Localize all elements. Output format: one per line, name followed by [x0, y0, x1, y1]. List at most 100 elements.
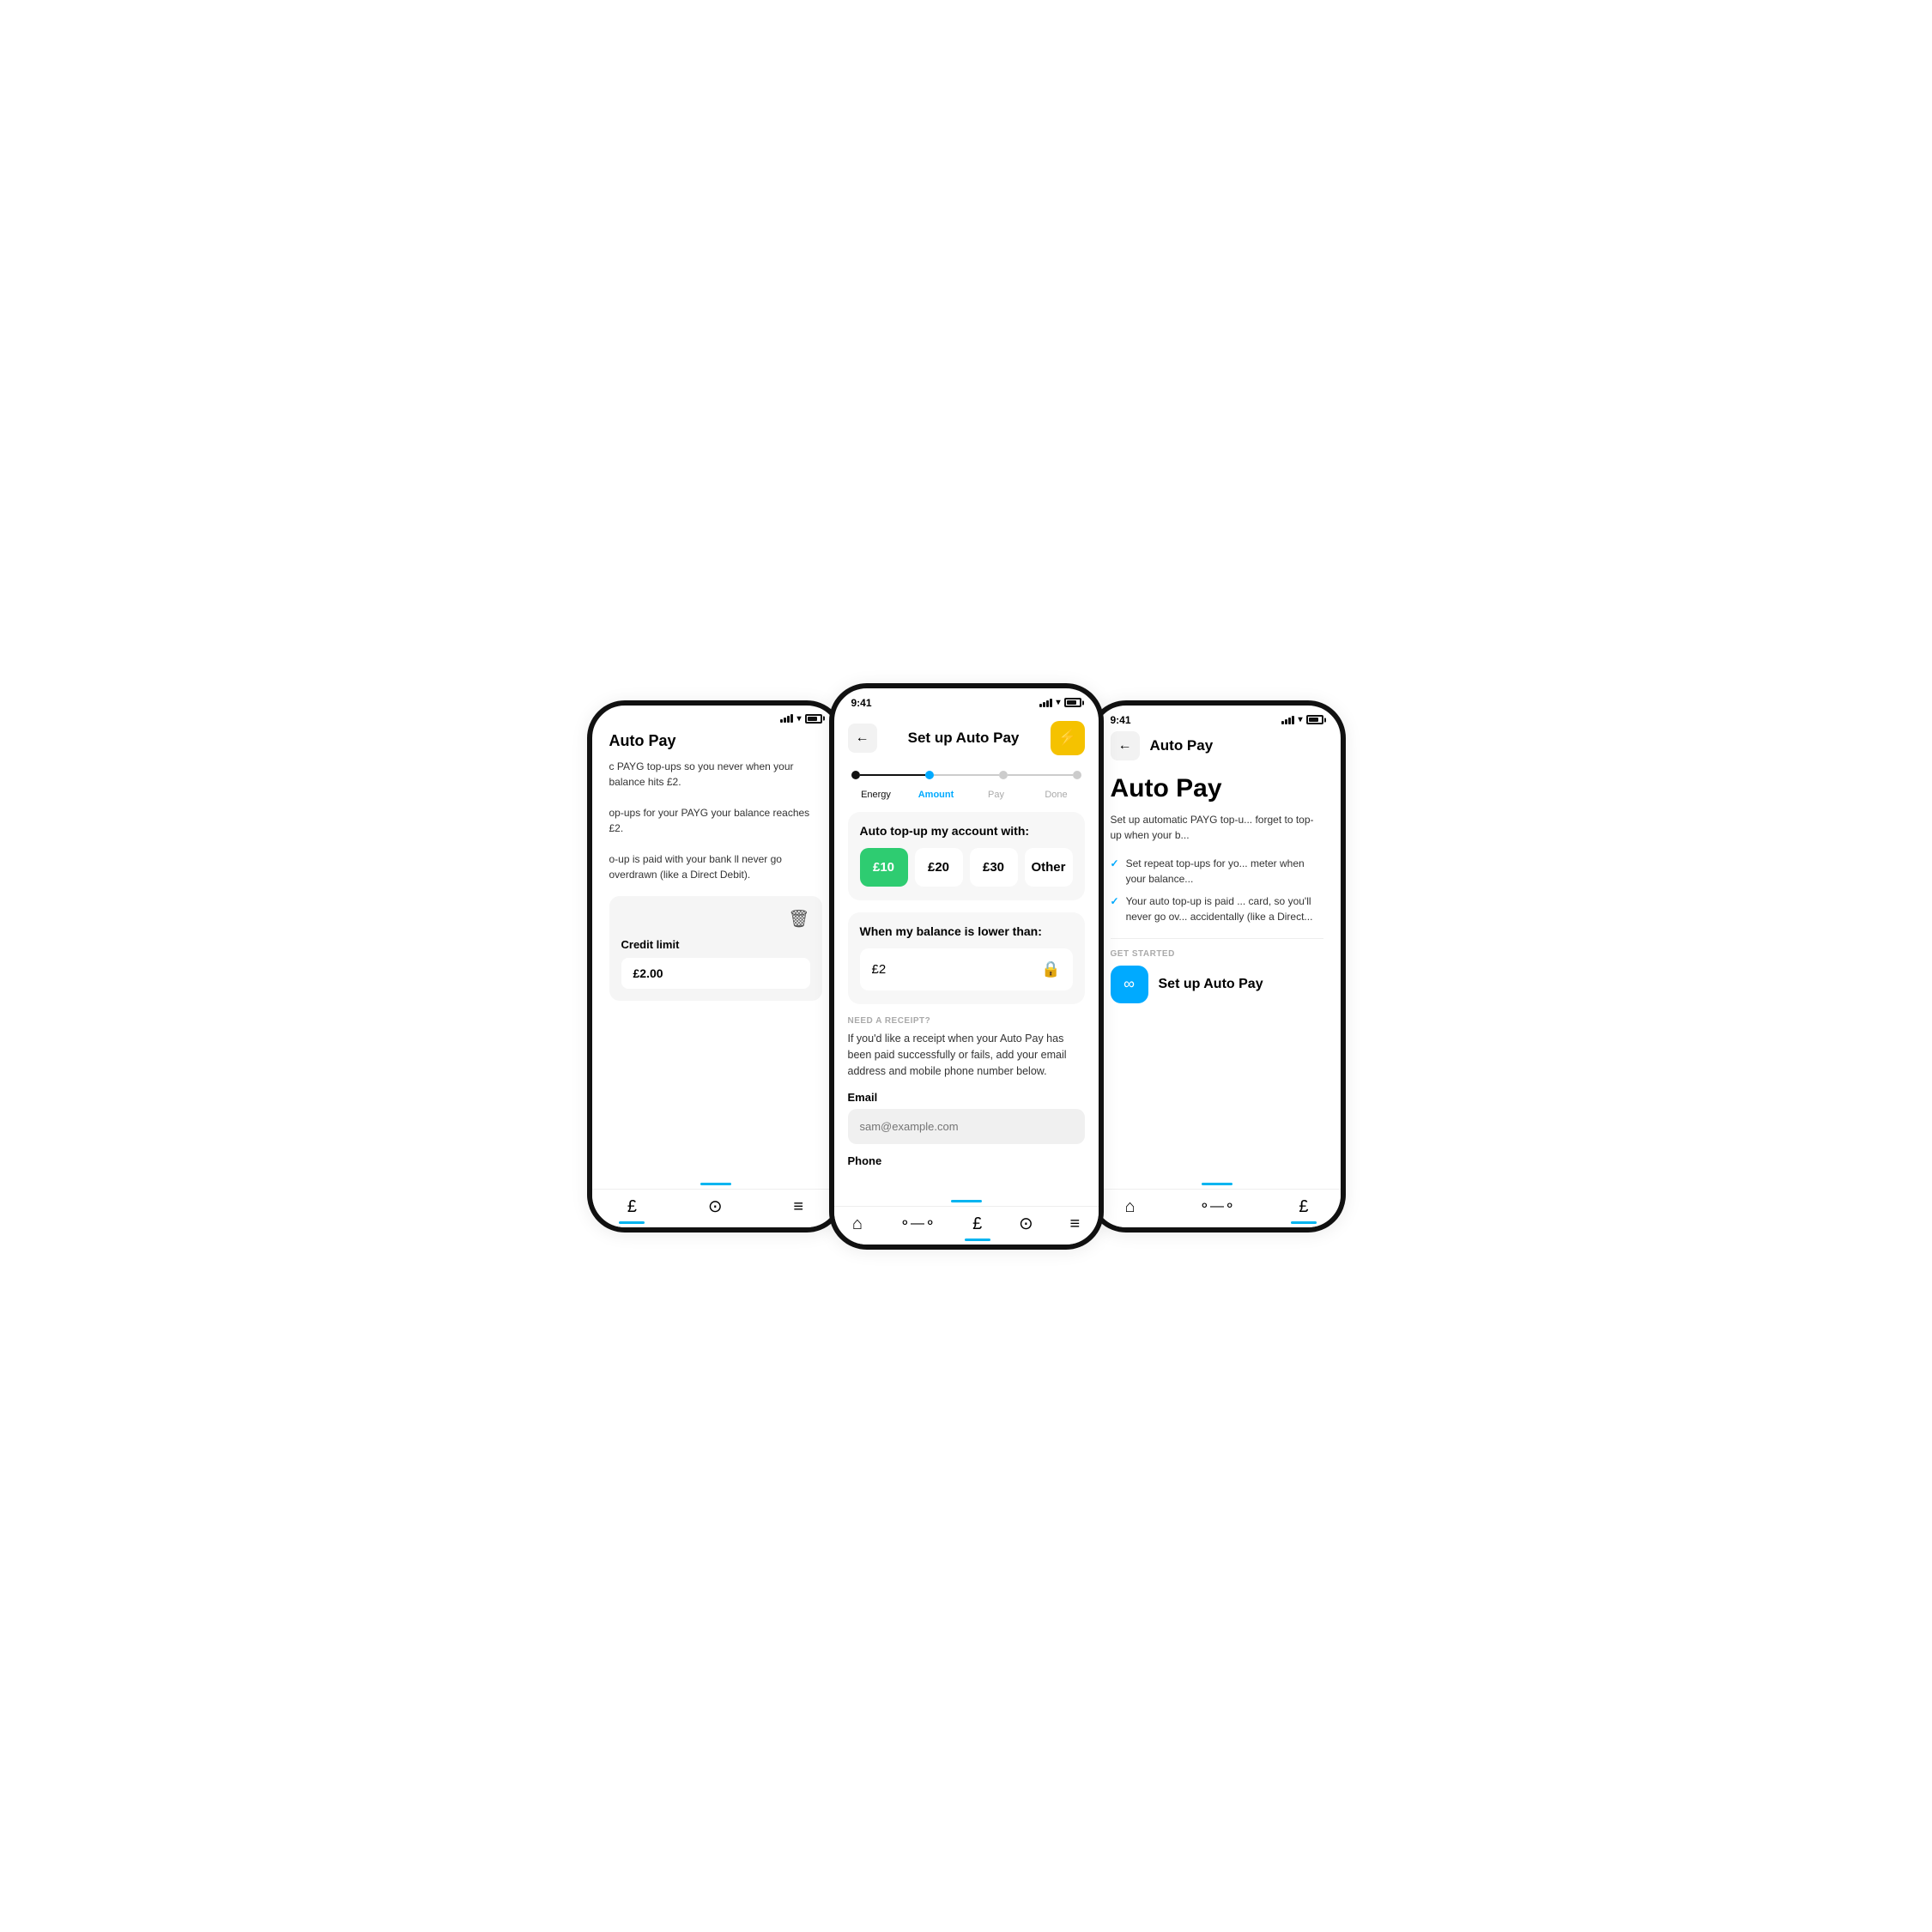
balance-row: £2 🔒: [860, 948, 1073, 990]
usage-icon-c: ⚬—⚬: [899, 1217, 936, 1231]
left-title: Auto Pay: [609, 729, 822, 750]
bottom-tab-usage-c[interactable]: ⚬—⚬: [899, 1217, 936, 1231]
setup-autopay-button[interactable]: ∞ Set up Auto Pay: [1111, 966, 1323, 1003]
phone-label: Phone: [848, 1154, 1085, 1167]
amount-options: £10 £20 £30 Other: [860, 848, 1073, 887]
step-dot-amount: [925, 771, 934, 779]
bullet-text-2: Your auto top-up is paid ... card, so yo…: [1126, 893, 1323, 924]
time-right: 9:41: [1111, 714, 1131, 726]
receipt-label: NEED A RECEIPT?: [848, 1016, 1085, 1026]
tab-indicator-left: [700, 1183, 731, 1185]
phone-left: ▾ Auto Pay c PAYG top-ups so you never w…: [587, 700, 845, 1232]
right-header: ← Auto Pay: [1111, 731, 1323, 760]
credit-value: £2.00: [621, 958, 810, 989]
status-bar-right: 9:41 ▾: [1093, 706, 1341, 731]
step-dot-pay: [999, 771, 1008, 779]
wifi-icon: ▾: [796, 714, 801, 724]
email-label: Email: [848, 1091, 1085, 1104]
right-header-title: Auto Pay: [1150, 737, 1214, 754]
left-content: Auto Pay c PAYG top-ups so you never whe…: [592, 729, 839, 1176]
time-center: 9:41: [851, 697, 872, 709]
bottom-tab-menu[interactable]: ≡: [793, 1198, 803, 1215]
step-label-amount: Amount: [906, 790, 966, 800]
back-button-center[interactable]: ←: [848, 724, 877, 753]
credit-section: 🗑 Credit limit £2.00: [609, 896, 822, 1001]
bottom-tab-help-c[interactable]: ⊙: [1019, 1215, 1033, 1232]
back-arrow-center: ←: [856, 730, 869, 746]
bottom-tab-menu-c[interactable]: ≡: [1069, 1215, 1080, 1232]
step-line-1: [860, 774, 925, 776]
bottom-tab-pay-r[interactable]: £: [1299, 1198, 1308, 1215]
balance-card-title: When my balance is lower than:: [860, 924, 1073, 938]
phone-right: 9:41 ▾ ← Auto Pay Auto Pay: [1088, 700, 1346, 1232]
bullet-2: ✓ Your auto top-up is paid ... card, so …: [1111, 893, 1323, 924]
amount-other[interactable]: Other: [1025, 848, 1073, 887]
bullet-1: ✓ Set repeat top-ups for yo... meter whe…: [1111, 856, 1323, 887]
signal-icon-c: [1039, 699, 1052, 707]
step-line-2: [934, 774, 999, 776]
phone-center: 9:41 ▾ ← Set up Auto Pay ⚡: [829, 683, 1104, 1250]
right-description: Set up automatic PAYG top-u... forget to…: [1111, 812, 1323, 844]
progress-stepper: [834, 764, 1099, 790]
menu-icon: ≡: [793, 1198, 803, 1215]
amount-card-title: Auto top-up my account with:: [860, 824, 1073, 838]
scene: ▾ Auto Pay c PAYG top-ups so you never w…: [512, 512, 1421, 1421]
status-icons-right: ▾: [1281, 715, 1323, 724]
receipt-section: NEED A RECEIPT? If you'd like a receipt …: [848, 1016, 1085, 1181]
step-dot-energy: [851, 771, 860, 779]
battery-icon-r: [1306, 715, 1323, 724]
amount-10[interactable]: £10: [860, 848, 908, 887]
credit-label: Credit limit: [621, 938, 810, 951]
balance-card: When my balance is lower than: £2 🔒: [848, 912, 1085, 1004]
step-label-done: Done: [1027, 790, 1087, 800]
home-icon-r: ⌂: [1124, 1198, 1135, 1215]
check-icon-1: ✓: [1111, 856, 1119, 887]
balance-value: £2: [872, 962, 887, 977]
bottom-tab-help[interactable]: ⊙: [708, 1198, 723, 1215]
wifi-icon-c: ▾: [1056, 698, 1060, 707]
lock-icon: 🔒: [1041, 960, 1060, 978]
infinity-icon: ∞: [1111, 966, 1148, 1003]
left-desc1: c PAYG top-ups so you never when your ba…: [609, 759, 822, 882]
lightning-button[interactable]: ⚡: [1051, 721, 1085, 755]
status-bar-center: 9:41 ▾: [834, 688, 1099, 714]
bottom-tab-home-c[interactable]: ⌂: [852, 1215, 863, 1232]
stepper-labels: Energy Amount Pay Done: [834, 790, 1099, 812]
trash-icon[interactable]: 🗑: [788, 908, 809, 930]
pay-icon-r: £: [1299, 1198, 1308, 1215]
bottom-tab-home-r[interactable]: ⌂: [1124, 1198, 1135, 1215]
signal-icon: [780, 714, 793, 723]
bottom-bar-right: ⌂ ⚬—⚬ £: [1093, 1189, 1341, 1227]
bottom-bar-left: £ ⊙ ≡: [592, 1189, 839, 1227]
check-icon-2: ✓: [1111, 893, 1119, 924]
center-header: ← Set up Auto Pay ⚡: [834, 714, 1099, 764]
right-screen-content: ← Auto Pay Auto Pay Set up automatic PAY…: [1093, 731, 1341, 1176]
left-screen-content: Auto Pay c PAYG top-ups so you never whe…: [592, 729, 839, 1176]
signal-icon-r: [1281, 716, 1294, 724]
bottom-tab-pay-c[interactable]: £: [972, 1215, 982, 1232]
status-icons-center: ▾: [1039, 698, 1081, 707]
email-input[interactable]: [848, 1109, 1085, 1144]
right-content: ← Auto Pay Auto Pay Set up automatic PAY…: [1093, 731, 1341, 1176]
amount-20[interactable]: £20: [915, 848, 963, 887]
step-label-pay: Pay: [966, 790, 1027, 800]
back-arrow-right: ←: [1118, 738, 1132, 754]
amount-30[interactable]: £30: [970, 848, 1018, 887]
tab-indicator-right: [1202, 1183, 1232, 1185]
home-icon-c: ⌂: [852, 1215, 863, 1232]
menu-icon-c: ≡: [1069, 1215, 1080, 1232]
step-dot-done: [1073, 771, 1081, 779]
pound-icon: £: [627, 1198, 637, 1215]
usage-icon-r: ⚬—⚬: [1199, 1200, 1236, 1214]
wifi-icon-r: ▾: [1298, 715, 1302, 724]
bottom-tab-usage-r[interactable]: ⚬—⚬: [1199, 1200, 1236, 1214]
center-main: Auto top-up my account with: £10 £20 £30…: [834, 812, 1099, 1193]
bottom-tab-pound[interactable]: £: [627, 1198, 637, 1215]
status-icons-left: ▾: [780, 714, 821, 724]
get-started-label: GET STARTED: [1111, 938, 1323, 959]
help-icon: ⊙: [708, 1198, 723, 1215]
help-icon-c: ⊙: [1019, 1215, 1033, 1232]
bullet-text-1: Set repeat top-ups for yo... meter when …: [1126, 856, 1323, 887]
back-button-right[interactable]: ←: [1111, 731, 1140, 760]
header-title-center: Set up Auto Pay: [908, 730, 1020, 747]
